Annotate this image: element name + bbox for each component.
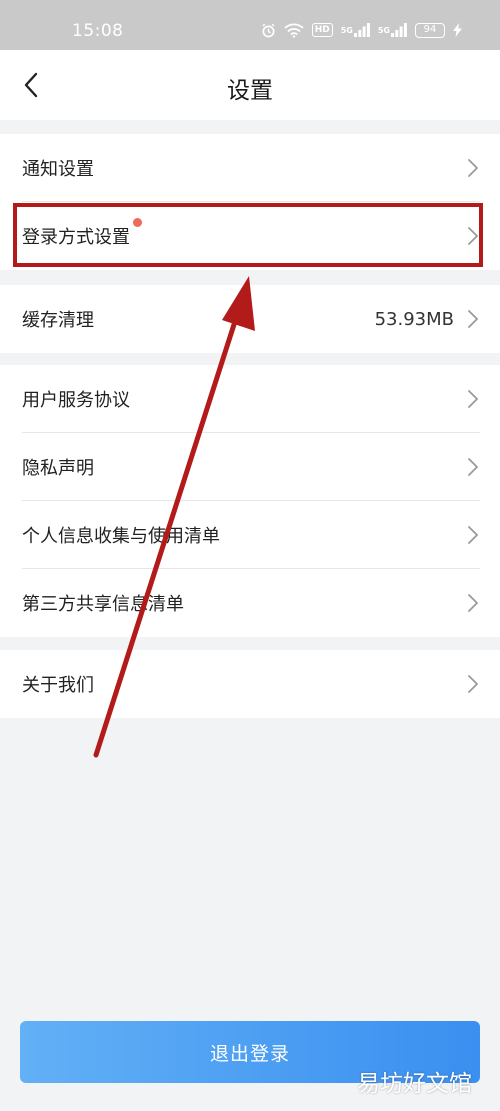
cache-size-value: 53.93MB bbox=[374, 308, 454, 330]
settings-group-4: 关于我们 bbox=[0, 650, 500, 718]
settings-group-3: 用户服务协议 隐私声明 个人信息收集与使用清单 第三方共享信息清单 bbox=[0, 365, 500, 637]
signal-icon-1: 5G bbox=[341, 23, 370, 37]
battery-indicator: 94 bbox=[415, 22, 445, 38]
notification-dot bbox=[133, 218, 142, 227]
signal-label-1: 5G bbox=[340, 25, 353, 35]
row-label: 用户服务协议 bbox=[22, 390, 130, 411]
chevron-right-icon bbox=[466, 158, 480, 178]
settings-group-1: 通知设置 登录方式设置 bbox=[0, 134, 500, 270]
row-label: 个人信息收集与使用清单 bbox=[22, 526, 220, 547]
watermark-text: 易坊好文馆 bbox=[357, 1071, 472, 1097]
row-label: 登录方式设置 bbox=[22, 218, 466, 249]
chevron-right-icon bbox=[466, 309, 480, 329]
settings-group-2: 缓存清理 53.93MB bbox=[0, 285, 500, 353]
signal-icon-2: 5G bbox=[378, 23, 407, 37]
hd-badge: HD bbox=[311, 23, 333, 37]
row-label-text: 登录方式设置 bbox=[22, 227, 130, 248]
row-about-us[interactable]: 关于我们 bbox=[0, 650, 500, 718]
signal-label-2: 5G bbox=[377, 25, 390, 35]
chevron-right-icon bbox=[466, 226, 480, 246]
chevron-right-icon bbox=[466, 525, 480, 545]
row-label: 隐私声明 bbox=[22, 458, 94, 479]
row-label: 关于我们 bbox=[22, 675, 94, 696]
chevron-right-icon bbox=[466, 389, 480, 409]
page-title: 设置 bbox=[227, 78, 273, 104]
chevron-right-icon bbox=[466, 674, 480, 694]
row-user-service-agreement[interactable]: 用户服务协议 bbox=[0, 365, 500, 433]
charging-icon bbox=[453, 23, 462, 37]
chevron-right-icon bbox=[466, 457, 480, 477]
row-label: 第三方共享信息清单 bbox=[22, 594, 184, 615]
status-bar: 15:08 HD 5G 5G 94 bbox=[0, 0, 500, 50]
status-time: 15:08 bbox=[72, 21, 124, 41]
wifi-icon bbox=[284, 23, 304, 38]
row-login-method-settings[interactable]: 登录方式设置 bbox=[0, 202, 500, 270]
row-label: 缓存清理 bbox=[22, 310, 94, 331]
status-icons: HD 5G 5G 94 bbox=[261, 20, 462, 40]
chevron-right-icon bbox=[466, 593, 480, 613]
row-third-party-sharing-list[interactable]: 第三方共享信息清单 bbox=[0, 569, 500, 637]
nav-bar: 设置 bbox=[0, 50, 500, 120]
alarm-icon bbox=[261, 23, 276, 38]
row-cache-clear[interactable]: 缓存清理 53.93MB bbox=[0, 285, 500, 353]
row-notification-settings[interactable]: 通知设置 bbox=[0, 134, 500, 202]
row-privacy-statement[interactable]: 隐私声明 bbox=[0, 433, 500, 501]
row-personal-info-list[interactable]: 个人信息收集与使用清单 bbox=[0, 501, 500, 569]
row-label: 通知设置 bbox=[22, 159, 94, 180]
